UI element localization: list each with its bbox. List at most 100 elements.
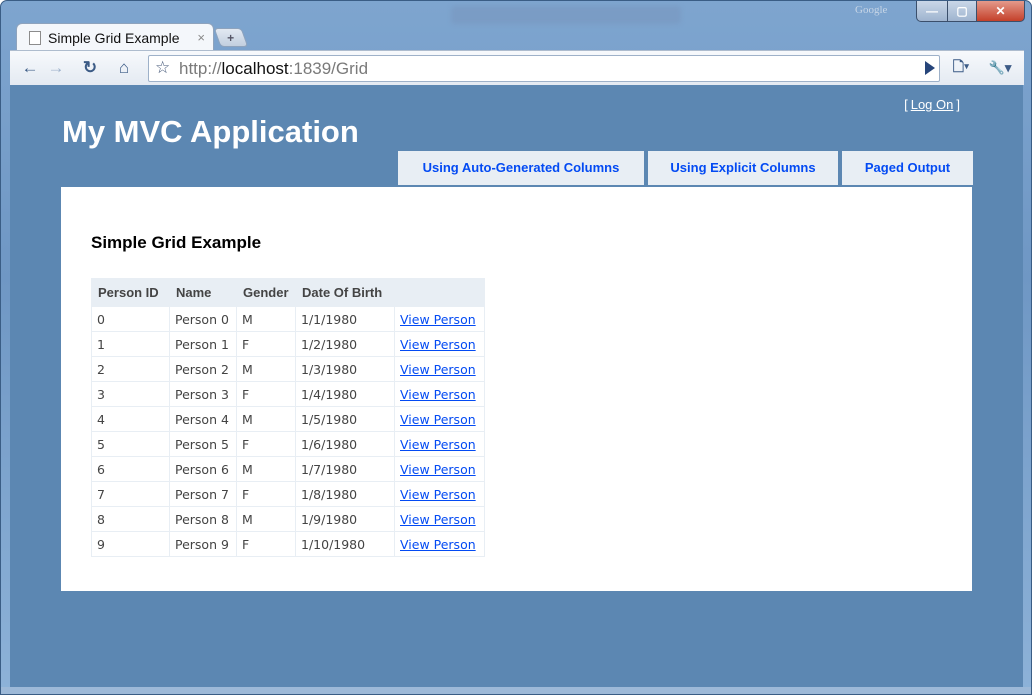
cell-name: Person 6 <box>169 456 237 482</box>
cell-gender: M <box>236 356 296 382</box>
column-header-name: Name <box>169 278 237 307</box>
menu-item-explicit-columns[interactable]: Using Explicit Columns <box>648 151 838 185</box>
reload-icon[interactable]: ↻ <box>78 56 102 80</box>
cell-action: View Person <box>394 306 485 332</box>
cell-action: View Person <box>394 331 485 357</box>
cell-person-id: 9 <box>91 531 170 557</box>
column-header-date-of-birth: Date Of Birth <box>295 278 395 307</box>
table-row: 2 Person 2 M 1/3/1980 View Person <box>91 356 485 382</box>
table-row: 0 Person 0 M 1/1/1980 View Person <box>91 306 485 332</box>
maximize-button[interactable]: ▢ <box>948 1 977 22</box>
table-row: 7 Person 7 F 1/8/1980 View Person <box>91 481 485 507</box>
cell-person-id: 2 <box>91 356 170 382</box>
page-icon <box>29 30 41 45</box>
tab-close-icon[interactable]: × <box>197 30 205 45</box>
cell-person-id: 0 <box>91 306 170 332</box>
cell-person-id: 3 <box>91 381 170 407</box>
page-menu-icon[interactable]: 🗋▾ <box>946 56 976 80</box>
forward-icon[interactable]: → <box>44 56 68 80</box>
person-grid: Person ID Name Gender Date Of Birth 0 Per… <box>91 278 485 557</box>
window-bottom-border <box>1 687 1031 694</box>
cell-action: View Person <box>394 531 485 557</box>
close-window-button[interactable]: ✕ <box>977 1 1025 22</box>
google-logo: Google <box>855 4 888 16</box>
grid-header-row: Person ID Name Gender Date Of Birth <box>91 278 485 307</box>
go-arrow-icon[interactable] <box>925 61 935 75</box>
logon-area: [Log On] <box>904 97 960 112</box>
logon-link[interactable]: Log On <box>911 97 954 112</box>
window-controls: — ▢ ✕ <box>916 1 1025 22</box>
cell-name: Person 1 <box>169 331 237 357</box>
view-person-link[interactable]: View Person <box>400 387 476 402</box>
plus-icon: + <box>227 30 235 45</box>
title-bar: Google — ▢ ✕ Simple Grid Example × + <box>1 1 1031 51</box>
table-row: 9 Person 9 F 1/10/1980 View Person <box>91 531 485 557</box>
cell-name: Person 7 <box>169 481 237 507</box>
table-row: 8 Person 8 M 1/9/1980 View Person <box>91 506 485 532</box>
cell-date-of-birth: 1/1/1980 <box>295 306 395 332</box>
cell-gender: M <box>236 306 296 332</box>
table-row: 4 Person 4 M 1/5/1980 View Person <box>91 406 485 432</box>
cell-date-of-birth: 1/3/1980 <box>295 356 395 382</box>
back-icon[interactable]: ← <box>18 56 42 80</box>
page-viewport: [Log On] My MVC Application Using Auto-G… <box>10 85 1023 687</box>
cell-gender: F <box>236 481 296 507</box>
view-person-link[interactable]: View Person <box>400 312 476 327</box>
table-row: 1 Person 1 F 1/2/1980 View Person <box>91 331 485 357</box>
cell-person-id: 8 <box>91 506 170 532</box>
cell-action: View Person <box>394 431 485 457</box>
table-row: 3 Person 3 F 1/4/1980 View Person <box>91 381 485 407</box>
cell-person-id: 5 <box>91 431 170 457</box>
view-person-link[interactable]: View Person <box>400 337 476 352</box>
cell-name: Person 8 <box>169 506 237 532</box>
view-person-link[interactable]: View Person <box>400 362 476 377</box>
column-header-person-id: Person ID <box>91 278 170 307</box>
cell-action: View Person <box>394 481 485 507</box>
table-row: 6 Person 6 M 1/7/1980 View Person <box>91 456 485 482</box>
url-text[interactable]: http://localhost:1839/Grid <box>179 59 368 79</box>
view-person-link[interactable]: View Person <box>400 412 476 427</box>
cell-name: Person 0 <box>169 306 237 332</box>
cell-date-of-birth: 1/7/1980 <box>295 456 395 482</box>
cell-gender: F <box>236 331 296 357</box>
tab-title: Simple Grid Example <box>48 29 180 46</box>
cell-name: Person 5 <box>169 431 237 457</box>
view-person-link[interactable]: View Person <box>400 437 476 452</box>
cell-gender: F <box>236 531 296 557</box>
cell-name: Person 4 <box>169 406 237 432</box>
cell-name: Person 3 <box>169 381 237 407</box>
browser-window: Google — ▢ ✕ Simple Grid Example × + ← →… <box>0 0 1032 695</box>
view-person-link[interactable]: View Person <box>400 462 476 477</box>
new-tab-button[interactable]: + <box>213 28 249 47</box>
cell-gender: F <box>236 431 296 457</box>
column-header-action <box>394 278 485 307</box>
cell-action: View Person <box>394 381 485 407</box>
home-icon[interactable]: ⌂ <box>112 56 136 80</box>
cell-person-id: 7 <box>91 481 170 507</box>
cell-gender: M <box>236 456 296 482</box>
address-bar[interactable]: ☆ http://localhost:1839/Grid <box>148 55 940 82</box>
cell-date-of-birth: 1/9/1980 <box>295 506 395 532</box>
view-person-link[interactable]: View Person <box>400 487 476 502</box>
cell-action: View Person <box>394 456 485 482</box>
view-person-link[interactable]: View Person <box>400 537 476 552</box>
app-title: My MVC Application <box>62 114 359 149</box>
bookmark-star-icon[interactable]: ☆ <box>155 58 170 78</box>
menu-item-auto-generated-columns[interactable]: Using Auto-Generated Columns <box>398 151 644 185</box>
browser-toolbar: ← → ↻ ⌂ ☆ http://localhost:1839/Grid 🗋▾ … <box>10 50 1024 85</box>
cell-gender: M <box>236 506 296 532</box>
cell-name: Person 9 <box>169 531 237 557</box>
cell-person-id: 1 <box>91 331 170 357</box>
cell-date-of-birth: 1/6/1980 <box>295 431 395 457</box>
cell-date-of-birth: 1/10/1980 <box>295 531 395 557</box>
cell-name: Person 2 <box>169 356 237 382</box>
minimize-button[interactable]: — <box>916 1 948 22</box>
browser-tab[interactable]: Simple Grid Example × <box>16 23 214 51</box>
view-person-link[interactable]: View Person <box>400 512 476 527</box>
table-row: 5 Person 5 F 1/6/1980 View Person <box>91 431 485 457</box>
window-title-blurred <box>451 6 681 24</box>
menu-item-paged-output[interactable]: Paged Output <box>842 151 973 185</box>
cell-gender: F <box>236 381 296 407</box>
wrench-menu-icon[interactable]: 🔧▾ <box>984 56 1016 80</box>
main-menu: Using Auto-Generated Columns Using Expli… <box>398 151 973 185</box>
